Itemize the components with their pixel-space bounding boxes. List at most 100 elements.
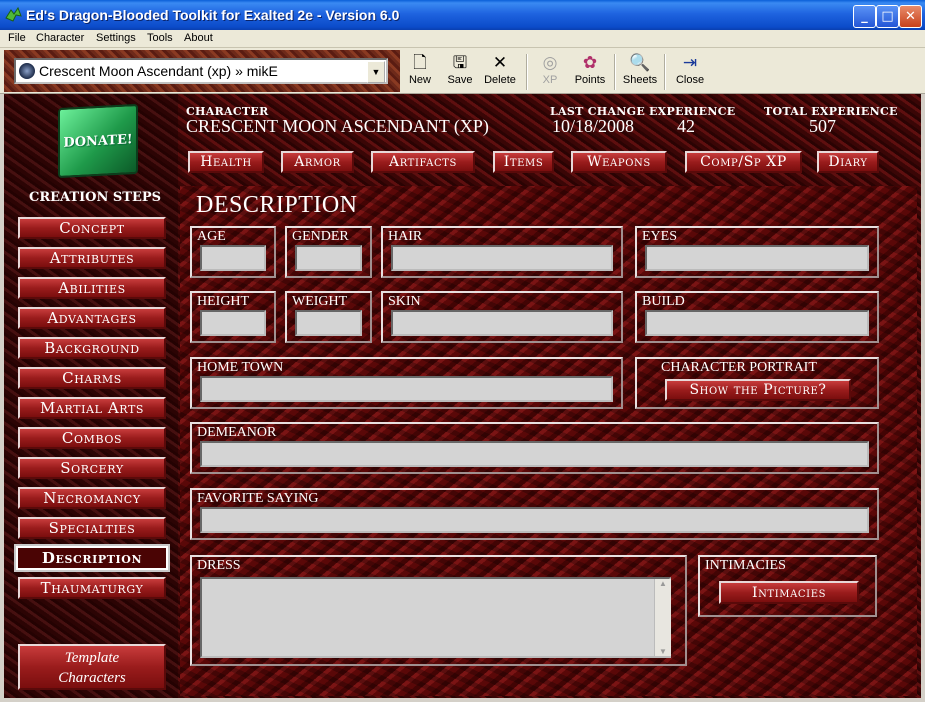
- build-label: BUILD: [642, 294, 685, 309]
- dress-textarea[interactable]: [200, 577, 671, 658]
- sheets-button[interactable]: 🔍 Sheets: [620, 52, 660, 92]
- minimize-button[interactable]: _: [853, 5, 876, 28]
- template-characters-line2: Characters: [58, 670, 126, 686]
- height-input[interactable]: [200, 310, 266, 336]
- maximize-button[interactable]: □: [876, 5, 899, 28]
- title-bar: Ed's Dragon-Blooded Toolkit for Exalted …: [0, 0, 925, 30]
- menu-character[interactable]: Character: [36, 32, 84, 44]
- tab-items[interactable]: Items: [493, 151, 554, 173]
- home-town-group: HOME TOWN: [190, 357, 623, 409]
- step-description[interactable]: Description: [14, 544, 170, 572]
- delete-x-icon: ✕: [492, 53, 508, 73]
- scroll-up-icon[interactable]: ▲: [655, 579, 671, 588]
- intimacies-label: INTIMACIES: [705, 558, 786, 573]
- floppy-disk-icon: 🖫: [452, 53, 468, 73]
- sheets-button-label: Sheets: [622, 74, 658, 86]
- step-background[interactable]: Background: [18, 337, 166, 359]
- xp-icon: ◎: [542, 53, 558, 73]
- build-input[interactable]: [645, 310, 869, 336]
- age-input[interactable]: [200, 245, 266, 271]
- step-sorcery[interactable]: Sorcery: [18, 457, 166, 479]
- toolbar-separator: [526, 54, 528, 90]
- step-martial-arts[interactable]: Martial Arts: [18, 397, 166, 419]
- skin-input[interactable]: [391, 310, 613, 336]
- exit-door-icon: ⇥: [682, 53, 698, 73]
- tab-health[interactable]: Health: [188, 151, 264, 173]
- menu-file[interactable]: File: [8, 32, 26, 44]
- portrait-group: CHARACTER PORTRAIT Show the Picture?: [635, 357, 879, 409]
- tab-armor[interactable]: Armor: [281, 151, 354, 173]
- template-characters-button[interactable]: Template Characters: [18, 644, 166, 690]
- window-title: Ed's Dragon-Blooded Toolkit for Exalted …: [26, 7, 400, 23]
- eyes-input[interactable]: [645, 245, 869, 271]
- skin-label: SKIN: [388, 294, 421, 309]
- new-button[interactable]: 🗋 New: [400, 52, 440, 92]
- home-town-label: HOME TOWN: [197, 360, 284, 375]
- step-necromancy[interactable]: Necromancy: [18, 487, 166, 509]
- hair-input[interactable]: [391, 245, 613, 271]
- donate-button[interactable]: DONATE!: [58, 103, 138, 179]
- close-button[interactable]: ⇥ Close: [670, 52, 710, 92]
- tab-comp-sp-xp[interactable]: Comp/Sp XP: [685, 151, 802, 173]
- character-icon: [19, 63, 35, 79]
- dress-scrollbar[interactable]: ▲ ▼: [654, 579, 671, 656]
- delete-button-label: Delete: [484, 74, 516, 86]
- delete-button[interactable]: ✕ Delete: [480, 52, 520, 92]
- tab-weapons[interactable]: Weapons: [571, 151, 667, 173]
- tab-diary[interactable]: Diary: [817, 151, 879, 173]
- menu-about[interactable]: About: [184, 32, 213, 44]
- xp-button-label: XP: [542, 74, 558, 86]
- step-abilities[interactable]: Abilities: [18, 277, 166, 299]
- height-group: HEIGHT: [190, 291, 276, 343]
- xp-button[interactable]: ◎ XP: [530, 52, 570, 92]
- gender-input[interactable]: [295, 245, 362, 271]
- age-group: AGE: [190, 226, 276, 278]
- home-town-input[interactable]: [200, 376, 613, 402]
- demeanor-input[interactable]: [200, 441, 869, 467]
- step-advantages[interactable]: Advantages: [18, 307, 166, 329]
- template-characters-line1: Template: [64, 650, 120, 666]
- weight-label: WEIGHT: [292, 294, 348, 309]
- scroll-down-icon[interactable]: ▼: [655, 647, 671, 656]
- favorite-saying-group: FAVORITE SAYING: [190, 488, 879, 540]
- eyes-label: EYES: [642, 229, 677, 244]
- dragon-app-icon: [5, 6, 22, 22]
- tab-artifacts[interactable]: Artifacts: [371, 151, 475, 173]
- show-picture-button[interactable]: Show the Picture?: [665, 379, 851, 401]
- last-change-value: 10/18/2008: [552, 116, 635, 136]
- dress-label: DRESS: [197, 558, 241, 573]
- new-document-icon: 🗋: [413, 53, 427, 73]
- new-button-label: New: [408, 74, 431, 86]
- close-window-button[interactable]: ✕: [899, 5, 922, 28]
- step-combos[interactable]: Combos: [18, 427, 166, 449]
- intimacies-button[interactable]: Intimacies: [719, 581, 859, 604]
- step-concept[interactable]: Concept: [18, 217, 166, 239]
- character-name: CRESCENT MOON ASCENDANT (XP): [186, 116, 489, 136]
- step-charms[interactable]: Charms: [18, 367, 166, 389]
- save-button[interactable]: 🖫 Save: [440, 52, 480, 92]
- chevron-down-icon[interactable]: ▼: [367, 61, 385, 83]
- toolbar-separator: [614, 54, 616, 90]
- menu-settings[interactable]: Settings: [96, 32, 136, 44]
- favorite-saying-label: FAVORITE SAYING: [197, 491, 319, 506]
- weight-input[interactable]: [295, 310, 362, 336]
- intimacies-group: INTIMACIES Intimacies: [698, 555, 877, 617]
- gender-label: GENDER: [292, 229, 349, 244]
- step-specialties[interactable]: Specialties: [18, 517, 166, 539]
- step-thaumaturgy[interactable]: Thaumaturgy: [18, 577, 166, 599]
- step-attributes[interactable]: Attributes: [18, 247, 166, 269]
- points-button[interactable]: ✿ Points: [570, 52, 610, 92]
- height-label: HEIGHT: [197, 294, 250, 309]
- points-palette-icon: ✿: [582, 53, 598, 73]
- weight-group: WEIGHT: [285, 291, 372, 343]
- favorite-saying-input[interactable]: [200, 507, 869, 533]
- toolbar-separator: [664, 54, 666, 90]
- menu-tools[interactable]: Tools: [147, 32, 173, 44]
- creation-steps-title: CREATION STEPS: [28, 190, 162, 205]
- character-select-dropdown[interactable]: Crescent Moon Ascendant (xp) » mikE ▼: [14, 58, 388, 84]
- age-label: AGE: [197, 229, 226, 244]
- description-title: DESCRIPTION: [196, 192, 358, 218]
- close-button-label: Close: [675, 74, 705, 86]
- eyes-group: EYES: [635, 226, 879, 278]
- build-group: BUILD: [635, 291, 879, 343]
